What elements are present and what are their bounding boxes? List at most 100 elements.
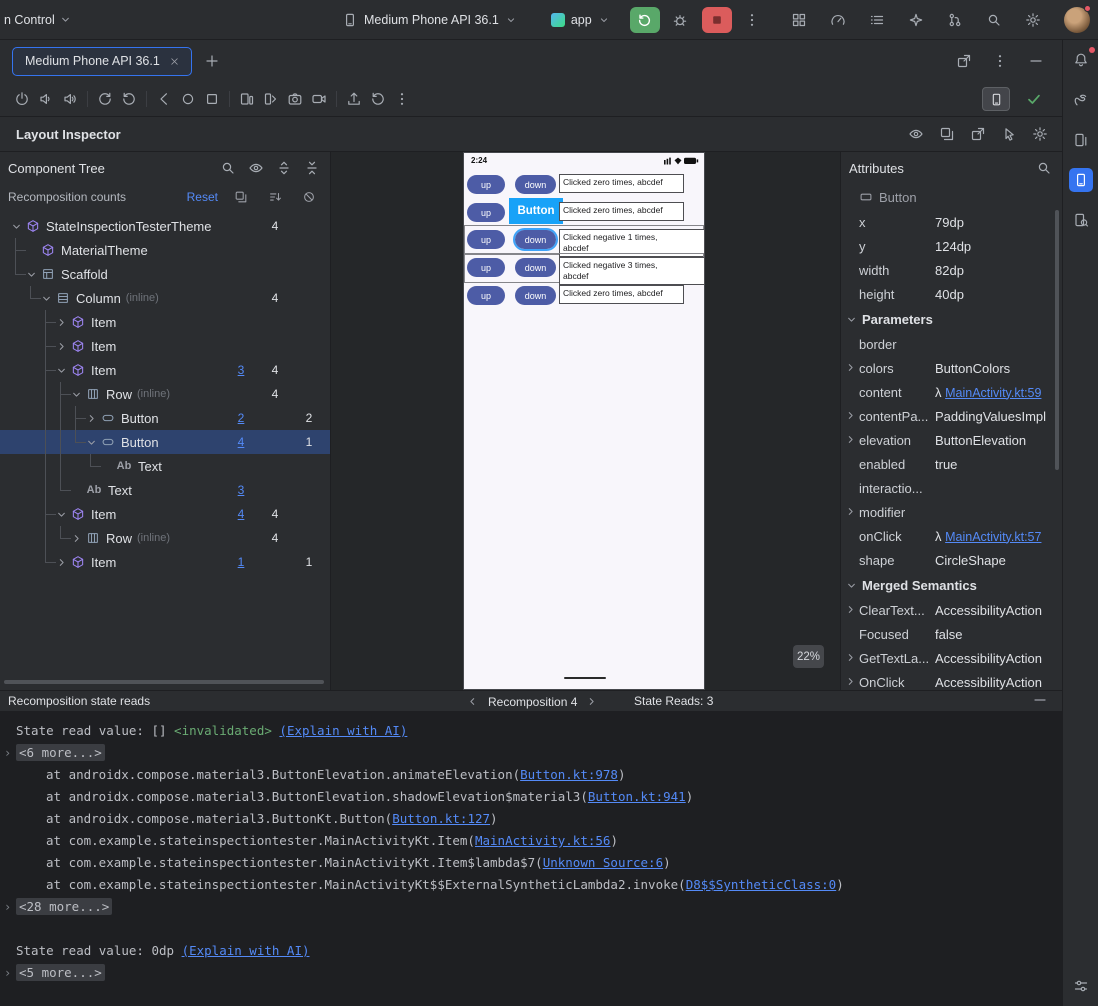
tab-close-icon[interactable] <box>168 54 182 68</box>
layout-inspector-toggle[interactable] <box>982 87 1010 111</box>
volume-down-button[interactable] <box>34 87 58 111</box>
folded-frames[interactable]: <5 more...> <box>16 964 105 981</box>
down-button[interactable]: down <box>515 258 556 277</box>
run-more-actions-button[interactable] <box>740 8 764 32</box>
user-avatar[interactable] <box>1064 5 1091 33</box>
expand-icon[interactable] <box>844 409 858 423</box>
device-screen[interactable]: 2:24 up down Clicked zero times, abcdef up B… <box>463 152 705 690</box>
unfold-device-button[interactable] <box>259 87 283 111</box>
zoom-level-badge[interactable]: 22% <box>793 645 825 668</box>
stop-button[interactable] <box>701 7 732 33</box>
fold-chevron-icon[interactable]: › <box>4 896 11 918</box>
fold-chevron-icon[interactable]: › <box>4 742 11 764</box>
notifications-button[interactable] <box>1069 47 1095 72</box>
recomposition-count[interactable]: 2 <box>292 411 326 425</box>
source-link[interactable]: MainActivity.kt:57 <box>945 530 1041 544</box>
explain-with-ai-link[interactable]: (Explain with AI) <box>279 723 407 738</box>
recomposition-count[interactable]: 1 <box>224 555 258 569</box>
restore-snapshot-button[interactable] <box>366 87 390 111</box>
new-tab-button[interactable] <box>200 49 224 73</box>
tree-node-materialtheme[interactable]: MaterialTheme <box>0 238 330 262</box>
nav-back-button[interactable] <box>152 87 176 111</box>
expand-icon[interactable] <box>844 675 858 689</box>
tree-node-stateinspectiontestertheme[interactable]: StateInspectionTesterTheme 4 <box>0 214 330 238</box>
recomposition-count[interactable]: 4 <box>224 507 258 521</box>
up-button[interactable]: up <box>467 286 505 305</box>
recomposition-count[interactable]: 3 <box>224 363 258 377</box>
tree-node-item[interactable]: Item 1 1 <box>0 550 330 574</box>
power-button[interactable] <box>10 87 34 111</box>
tree-node-column[interactable]: Column (inline) 4 <box>0 286 330 310</box>
folded-frames[interactable]: <28 more...> <box>16 898 113 915</box>
tree-node-text[interactable]: Ab Text 3 <box>0 478 330 502</box>
reset-counts-button[interactable]: Reset <box>187 190 218 204</box>
ide-settings-button[interactable] <box>1021 8 1045 32</box>
recomposition-count[interactable]: 4 <box>258 291 292 305</box>
tree-node-item[interactable]: Item 3 4 <box>0 358 330 382</box>
device-selector[interactable]: Medium Phone API 36.1 <box>338 9 521 31</box>
collapse-panel-button[interactable] <box>1032 692 1048 708</box>
source-link[interactable]: Button.kt:127 <box>392 811 490 826</box>
structure-button[interactable] <box>787 8 811 32</box>
source-link[interactable]: Button.kt:978 <box>520 767 618 782</box>
expand-icon[interactable] <box>844 651 858 665</box>
previous-recomposition-button[interactable] <box>466 695 480 709</box>
hide-toolwindow-button[interactable] <box>1024 49 1048 73</box>
layout-settings-button[interactable] <box>1069 974 1093 998</box>
screen-record-button[interactable] <box>307 87 331 111</box>
collapse-all-button[interactable] <box>302 158 322 178</box>
expand-icon[interactable] <box>844 361 858 375</box>
expand-icon[interactable] <box>844 603 858 617</box>
recomposition-count[interactable]: 4 <box>258 363 292 377</box>
tree-node-row[interactable]: Row (inline) 4 <box>0 526 330 550</box>
vertical-scrollbar[interactable] <box>1055 210 1059 470</box>
tab-medium-phone[interactable]: Medium Phone API 36.1 <box>12 46 192 76</box>
app-inspection-button[interactable] <box>1069 208 1093 232</box>
up-button[interactable]: up <box>467 258 505 277</box>
source-link[interactable]: Button.kt:941 <box>588 789 686 804</box>
tree-node-scaffold[interactable]: Scaffold <box>0 262 330 286</box>
tab-options-button[interactable] <box>988 49 1012 73</box>
source-link[interactable]: MainActivity.kt:59 <box>945 386 1041 400</box>
gradle-button[interactable] <box>1069 88 1093 112</box>
todo-button[interactable] <box>865 8 889 32</box>
volume-up-button[interactable] <box>58 87 82 111</box>
inspector-settings-button[interactable] <box>1030 124 1050 144</box>
toolbar-more-button[interactable] <box>390 87 414 111</box>
debug-button[interactable] <box>668 8 692 32</box>
tree-node-item[interactable]: Item <box>0 334 330 358</box>
folded-frames[interactable]: <6 more...> <box>16 744 105 761</box>
run-config-selector[interactable]: app <box>547 10 614 30</box>
snapshot-button[interactable] <box>937 124 957 144</box>
recomposition-count[interactable]: 2 <box>224 411 258 425</box>
horizontal-scrollbar[interactable] <box>4 680 324 684</box>
section-merged-semantics[interactable]: Merged Semantics <box>841 572 1062 598</box>
nav-home-button[interactable] <box>176 87 200 111</box>
ai-assistant-button[interactable] <box>904 8 928 32</box>
up-button[interactable]: up <box>467 203 505 222</box>
explain-with-ai-link[interactable]: (Explain with AI) <box>182 943 310 958</box>
tree-node-button[interactable]: Button 2 2 <box>0 406 330 430</box>
up-button[interactable]: up <box>467 175 505 194</box>
version-control-menu[interactable]: n Control <box>0 13 72 27</box>
rerun-button[interactable] <box>629 7 660 33</box>
chevron-down-icon[interactable] <box>8 218 24 234</box>
pick-element-button[interactable] <box>999 124 1019 144</box>
up-button[interactable]: up <box>467 230 505 249</box>
nav-overview-button[interactable] <box>200 87 224 111</box>
tree-node-row[interactable]: Row (inline) 4 <box>0 382 330 406</box>
recomposition-count[interactable]: 4 <box>224 435 258 449</box>
recomposition-count[interactable]: 4 <box>258 387 292 401</box>
down-button-selected[interactable]: down <box>513 228 558 251</box>
tree-node-item[interactable]: Item <box>0 310 330 334</box>
rotate-right-button[interactable] <box>117 87 141 111</box>
export-snapshot-button[interactable] <box>968 124 988 144</box>
down-button[interactable]: down <box>515 286 556 305</box>
rotate-left-button[interactable] <box>93 87 117 111</box>
next-recomposition-button[interactable] <box>585 695 599 709</box>
device-manager-button[interactable] <box>1069 128 1093 152</box>
tree-visibility-button[interactable] <box>246 158 266 178</box>
pull-request-button[interactable] <box>943 8 967 32</box>
recomposition-count[interactable]: 1 <box>292 435 326 449</box>
attributes-search-button[interactable] <box>1034 158 1054 178</box>
